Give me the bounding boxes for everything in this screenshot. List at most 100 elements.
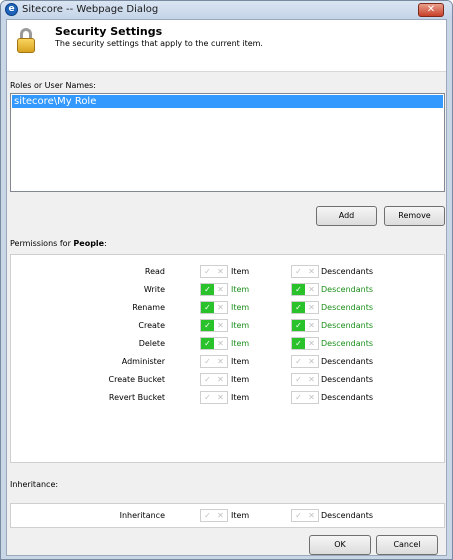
permission-name: Administer [121, 357, 165, 366]
permission-row-write: Write ✓ ✕ Item ✓ ✕ Descendants [11, 283, 444, 297]
permissions-label: Permissions for People: [10, 239, 107, 248]
allow-check-icon: ✓ [204, 375, 211, 384]
allow-check-icon: ✓ [295, 375, 302, 384]
add-button[interactable]: Add [316, 206, 377, 226]
permission-row-rename: Rename ✓ ✕ Item ✓ ✕ Descendants [11, 301, 444, 315]
close-button[interactable]: ✕ [418, 3, 444, 17]
allow-check-icon: ✓ [292, 320, 305, 331]
inheritance-descendants-toggle[interactable]: ✓ ✕ [291, 509, 319, 522]
deny-x-icon: ✕ [308, 267, 315, 276]
allow-check-icon: ✓ [295, 357, 302, 366]
descendants-toggle[interactable]: ✓ ✕ [291, 373, 319, 386]
item-toggle[interactable]: ✓ ✕ [200, 373, 228, 386]
descendants-toggle[interactable]: ✓ ✕ [291, 355, 319, 368]
dialog-header: Security Settings The security settings … [7, 20, 446, 72]
allow-check-icon: ✓ [292, 338, 305, 349]
permission-row-revert-bucket: Revert Bucket ✓ ✕ Item ✓ ✕ Descendants [11, 391, 444, 405]
descendants-label: Descendants [321, 267, 373, 276]
item-toggle[interactable]: ✓ ✕ [200, 265, 228, 278]
remove-button[interactable]: Remove [384, 206, 445, 226]
descendants-label: Descendants [321, 303, 373, 312]
role-item[interactable]: sitecore\My Role [12, 95, 443, 108]
permission-row-create-bucket: Create Bucket ✓ ✕ Item ✓ ✕ Descendants [11, 373, 444, 387]
deny-x-icon: ✕ [217, 267, 224, 276]
descendants-label: Descendants [321, 321, 373, 330]
permission-name: Create [138, 321, 165, 330]
permission-name: Read [144, 267, 165, 276]
deny-x-icon: ✕ [217, 285, 224, 294]
permission-name: Delete [138, 339, 165, 348]
ok-button[interactable]: OK [309, 535, 371, 555]
deny-x-icon: ✕ [308, 321, 315, 330]
allow-check-icon: ✓ [292, 284, 305, 295]
item-label: Item [231, 393, 250, 402]
window-title: Sitecore -- Webpage Dialog [22, 4, 159, 15]
permissions-subject: People [73, 239, 105, 248]
allow-check-icon: ✓ [295, 393, 302, 402]
permission-name: Create Bucket [108, 375, 166, 384]
dialog-client: Security Settings The security settings … [6, 19, 447, 556]
permission-name: Write [143, 285, 165, 294]
permission-name: Rename [132, 303, 165, 312]
inheritance-grid: Inheritance ✓ ✕ Item ✓ ✕ Descendants [10, 503, 445, 528]
item-toggle[interactable]: ✓ ✕ [200, 337, 228, 350]
item-label: Item [231, 303, 250, 312]
item-toggle[interactable]: ✓ ✕ [200, 301, 228, 314]
deny-x-icon: ✕ [308, 357, 315, 366]
dialog-window: e Sitecore -- Webpage Dialog ✕ Security … [0, 0, 453, 560]
item-label: Item [231, 339, 250, 348]
allow-check-icon: ✓ [295, 267, 302, 276]
inheritance-label: Inheritance: [10, 480, 59, 489]
item-label: Item [231, 375, 250, 384]
inheritance-item-toggle[interactable]: ✓ ✕ [200, 509, 228, 522]
deny-x-icon: ✕ [217, 357, 224, 366]
header-subtitle: The security settings that apply to the … [55, 39, 263, 48]
deny-x-icon: ✕ [217, 321, 224, 330]
roles-label: Roles or User Names: [10, 81, 96, 90]
allow-check-icon: ✓ [201, 338, 214, 349]
allow-check-icon: ✓ [201, 284, 214, 295]
permission-row-delete: Delete ✓ ✕ Item ✓ ✕ Descendants [11, 337, 444, 351]
allow-check-icon: ✓ [204, 393, 211, 402]
inheritance-row: Inheritance ✓ ✕ Item ✓ ✕ Descendants [11, 509, 444, 523]
deny-x-icon: ✕ [308, 393, 315, 402]
item-toggle[interactable]: ✓ ✕ [200, 283, 228, 296]
descendants-label: Descendants [321, 375, 373, 384]
deny-x-icon: ✕ [217, 393, 224, 402]
roles-list[interactable]: sitecore\My Role [10, 93, 445, 192]
permission-row-read: Read ✓ ✕ Item ✓ ✕ Descendants [11, 265, 444, 279]
deny-x-icon: ✕ [217, 339, 224, 348]
deny-x-icon: ✕ [217, 511, 224, 520]
item-label: Item [231, 357, 250, 366]
descendants-toggle[interactable]: ✓ ✕ [291, 301, 319, 314]
descendants-label: Descendants [321, 357, 373, 366]
item-toggle[interactable]: ✓ ✕ [200, 391, 228, 404]
item-toggle[interactable]: ✓ ✕ [200, 355, 228, 368]
allow-check-icon: ✓ [295, 511, 302, 520]
header-title: Security Settings [55, 25, 163, 38]
item-label: Item [231, 267, 250, 276]
deny-x-icon: ✕ [308, 511, 315, 520]
permission-row-administer: Administer ✓ ✕ Item ✓ ✕ Descendants [11, 355, 444, 369]
descendants-toggle[interactable]: ✓ ✕ [291, 337, 319, 350]
item-toggle[interactable]: ✓ ✕ [200, 319, 228, 332]
permission-name: Revert Bucket [108, 393, 165, 402]
permission-name: Inheritance [119, 511, 165, 520]
deny-x-icon: ✕ [217, 303, 224, 312]
descendants-toggle[interactable]: ✓ ✕ [291, 319, 319, 332]
descendants-toggle[interactable]: ✓ ✕ [291, 283, 319, 296]
descendants-label: Descendants [321, 393, 373, 402]
permission-row-create: Create ✓ ✕ Item ✓ ✕ Descendants [11, 319, 444, 333]
cancel-button[interactable]: Cancel [376, 535, 438, 555]
title-bar[interactable]: e Sitecore -- Webpage Dialog ✕ [1, 1, 452, 19]
allow-check-icon: ✓ [204, 511, 211, 520]
allow-check-icon: ✓ [201, 302, 214, 313]
permissions-grid: Read ✓ ✕ Item ✓ ✕ Descendants Write ✓ ✕ Item ✓ ✕ Desc… [10, 254, 445, 463]
descendants-label: Descendants [321, 339, 373, 348]
deny-x-icon: ✕ [217, 375, 224, 384]
descendants-toggle[interactable]: ✓ ✕ [291, 391, 319, 404]
descendants-toggle[interactable]: ✓ ✕ [291, 265, 319, 278]
ie-icon: e [5, 3, 18, 16]
deny-x-icon: ✕ [308, 285, 315, 294]
lock-icon [17, 28, 35, 54]
